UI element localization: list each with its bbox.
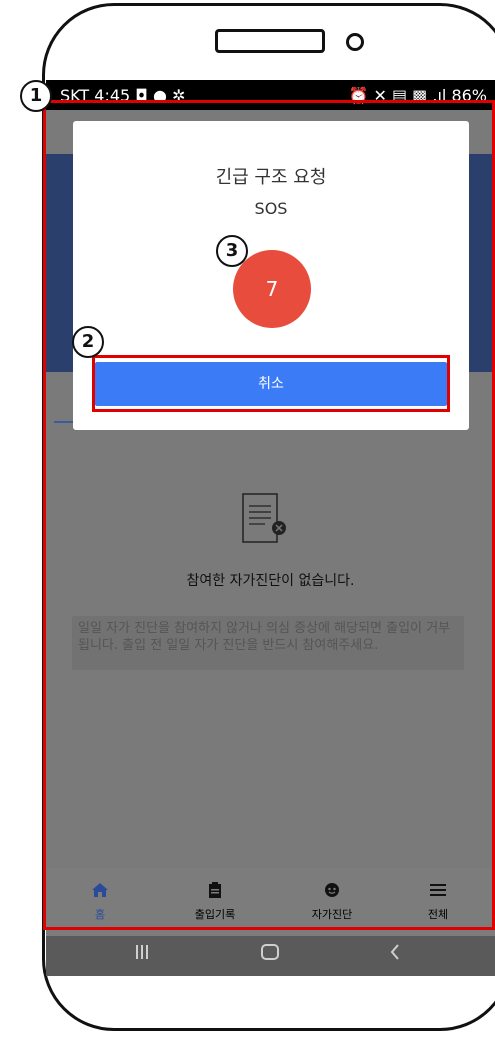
phone-speaker bbox=[215, 29, 325, 53]
recent-apps-button[interactable] bbox=[134, 942, 150, 967]
recent-apps-icon bbox=[136, 945, 148, 959]
home-nav-icon bbox=[261, 944, 279, 960]
highlight-frame-screen bbox=[43, 100, 495, 930]
phone-camera bbox=[346, 33, 364, 51]
highlight-frame-cancel bbox=[92, 355, 450, 412]
android-nav-bar bbox=[46, 936, 495, 976]
back-icon bbox=[390, 944, 399, 960]
back-button[interactable] bbox=[388, 942, 402, 967]
home-nav-button[interactable] bbox=[260, 942, 280, 967]
annotation-badge-2: 2 bbox=[72, 326, 104, 358]
annotation-badge-3: 3 bbox=[216, 235, 248, 267]
annotation-badge-1: 1 bbox=[20, 80, 52, 112]
